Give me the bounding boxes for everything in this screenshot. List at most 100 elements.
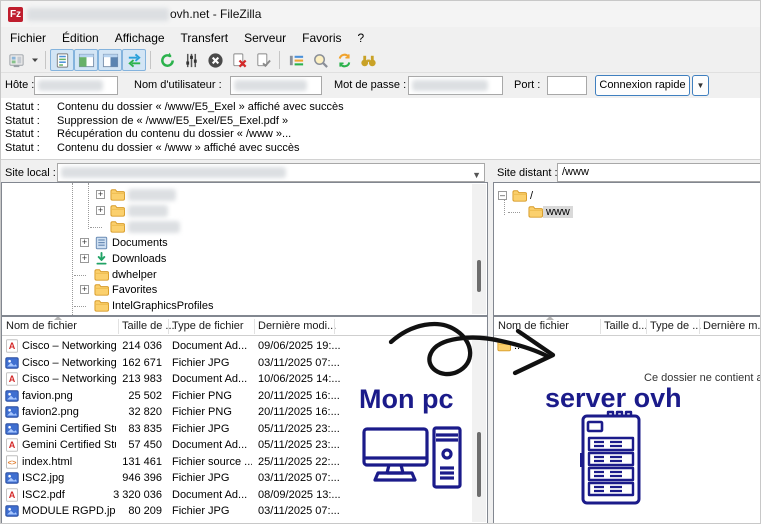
menu-item[interactable]: Favoris bbox=[294, 29, 349, 47]
column-header[interactable]: Type de fichier bbox=[172, 320, 244, 332]
status-line: Statut : Récupération du contenu du dossi… bbox=[1, 128, 760, 142]
column-header[interactable]: Nom de fichier bbox=[6, 320, 77, 332]
redacted-folder-name bbox=[128, 204, 168, 217]
file-row[interactable]: ACisco – Networking ...214 036Document A… bbox=[2, 338, 487, 355]
tree-row-folder[interactable] bbox=[2, 219, 487, 235]
menu-bar: Fichier Édition Affichage Transfert Serveur F… bbox=[1, 27, 760, 48]
toggle-local-tree-button[interactable] bbox=[74, 49, 98, 71]
file-modified: 10/06/2025 14:... bbox=[258, 373, 341, 385]
quickconnect-dropdown-button[interactable]: ▼ bbox=[692, 75, 709, 96]
tree-item-label: dwhelper bbox=[112, 268, 157, 281]
menu-item[interactable]: Édition bbox=[54, 29, 107, 47]
scrollbar-thumb[interactable] bbox=[477, 432, 481, 497]
delete-file-button[interactable] bbox=[227, 49, 251, 71]
column-header[interactable]: Taille d... bbox=[604, 320, 647, 332]
file-row[interactable]: Gemini Certified Stu...83 835Fichier JPG… bbox=[2, 421, 487, 438]
menu-item[interactable]: Fichier bbox=[2, 29, 54, 47]
status-message: Suppression de « /www/E5_Exel/E5_Exel.pd… bbox=[57, 114, 289, 127]
column-header[interactable]: Taille de ... bbox=[122, 320, 175, 332]
header-separator bbox=[334, 319, 335, 334]
file-row[interactable]: favion.png 25 502 Fichier PNG 20/11/2025 16… bbox=[2, 388, 487, 405]
file-type: Document Ad... bbox=[172, 488, 248, 501]
file-row[interactable]: A ISC2.pdf 3 320 036 Document Ad... 08/09/20… bbox=[2, 487, 487, 504]
tree-row-/[interactable]: – / bbox=[494, 188, 760, 204]
local-site-combo[interactable]: ▼ bbox=[57, 163, 485, 182]
filezilla-window: Fz ovh.net - FileZilla Fichier Édition Aff… bbox=[0, 0, 761, 524]
filter-button[interactable] bbox=[284, 49, 308, 71]
port-label: Port : bbox=[514, 79, 541, 91]
password-input[interactable] bbox=[408, 76, 503, 95]
host-label: Hôte : bbox=[5, 79, 35, 91]
expander-plus-icon[interactable]: + bbox=[96, 190, 105, 199]
file-modified: 20/11/2025 16:... bbox=[258, 389, 340, 402]
tree-row-Documents[interactable]: + Documents bbox=[2, 235, 487, 251]
expander-plus-icon[interactable]: + bbox=[96, 205, 105, 215]
menu-item[interactable]: ? bbox=[350, 29, 373, 47]
process-queue-button[interactable] bbox=[179, 49, 203, 71]
sync-browse-button[interactable] bbox=[332, 49, 356, 71]
file-row[interactable]: .. bbox=[494, 338, 760, 355]
file-row[interactable]: favion2.png 32 820 Fichier PNG 20/11/2025 1… bbox=[2, 404, 487, 421]
host-input[interactable] bbox=[34, 76, 118, 95]
username-input[interactable] bbox=[230, 76, 322, 95]
toggle-queue-button[interactable] bbox=[122, 49, 146, 71]
tree-row-dwhelper[interactable]: dwhelper bbox=[2, 267, 487, 283]
quickconnect-button[interactable]: Connexion rapide bbox=[595, 75, 690, 96]
pdf-icon: A bbox=[5, 339, 19, 353]
header-separator bbox=[168, 319, 169, 334]
tree-row-www[interactable]: www bbox=[494, 204, 760, 220]
toggle-log-button[interactable] bbox=[50, 49, 74, 71]
file-row[interactable]: <> index.html 131 461 Fichier source ... 25/… bbox=[2, 454, 487, 471]
window-title: ovh.net - FileZilla bbox=[170, 7, 262, 21]
file-row[interactable]: MODULE RGPD.jpg 80 209 Fichier JPG 03/11/20… bbox=[2, 503, 487, 520]
tree-item-label: Downloads bbox=[112, 252, 167, 265]
expander-plus-icon[interactable]: + bbox=[80, 237, 89, 247]
find-files-button[interactable] bbox=[356, 49, 380, 71]
scrollbar-thumb[interactable] bbox=[477, 260, 481, 292]
tree-connector bbox=[74, 306, 86, 308]
file-row[interactable]: ACisco – Networking ...213 983Document A… bbox=[2, 371, 487, 388]
column-header[interactable]: Type de ... bbox=[650, 320, 701, 332]
edit-file-button[interactable] bbox=[251, 49, 275, 71]
file-row[interactable]: AGemini Certified Stu...57 450Document A… bbox=[2, 437, 487, 454]
local-tree-scrollbar[interactable] bbox=[472, 184, 486, 314]
refresh-button[interactable] bbox=[155, 49, 179, 71]
menu-item[interactable]: Serveur bbox=[236, 29, 294, 47]
file-size: 32 820 bbox=[128, 406, 162, 418]
header-separator bbox=[118, 319, 119, 334]
remote-tree-panel: – / www bbox=[493, 182, 760, 316]
dropdown-caret-button[interactable] bbox=[28, 49, 41, 71]
toolbar bbox=[1, 48, 760, 73]
expander-minus-icon[interactable]: – bbox=[498, 191, 507, 200]
remote-site-combo[interactable]: /www bbox=[557, 163, 760, 182]
folder-icon bbox=[94, 299, 109, 313]
compare-button[interactable] bbox=[308, 49, 332, 71]
column-header[interactable]: Dernière m... bbox=[703, 320, 760, 332]
tree-row-IntelGraphicsProfiles[interactable]: IntelGraphicsProfiles bbox=[2, 298, 487, 314]
tree-row-Favorites[interactable]: + Favorites bbox=[2, 282, 487, 298]
menu-item[interactable]: Affichage bbox=[107, 29, 173, 47]
site-manager-button[interactable] bbox=[4, 49, 28, 71]
toggle-remote-tree-button[interactable] bbox=[98, 49, 122, 71]
menu-item[interactable]: Transfert bbox=[173, 29, 237, 47]
compare-icon bbox=[312, 52, 329, 69]
expander-plus-icon[interactable]: + bbox=[80, 285, 89, 295]
column-header[interactable]: Dernière modi... bbox=[258, 320, 336, 332]
tree-row-folder[interactable]: + bbox=[2, 203, 487, 219]
file-type: Fichier PNG bbox=[172, 389, 232, 402]
status-message: Récupération du contenu du dossier « /ww… bbox=[57, 128, 292, 140]
folder-icon bbox=[94, 283, 109, 297]
folder-icon bbox=[497, 339, 511, 353]
local-list-scrollbar[interactable] bbox=[472, 337, 486, 522]
tree-row-folder[interactable]: + bbox=[2, 187, 487, 203]
file-row[interactable]: Cisco – Networking ...162 671Fichier JPG… bbox=[2, 355, 487, 372]
tree-connector bbox=[74, 274, 86, 276]
tree-row-Downloads[interactable]: + Downloads bbox=[2, 251, 487, 267]
file-size: 25 502 bbox=[128, 389, 162, 402]
file-row[interactable]: ISC2.jpg 946 396 Fichier JPG 03/11/2025 07:… bbox=[2, 470, 487, 487]
column-header[interactable]: Nom de fichier bbox=[498, 320, 569, 332]
svg-text:A: A bbox=[9, 374, 16, 384]
port-input[interactable] bbox=[547, 76, 587, 95]
cancel-button[interactable] bbox=[203, 49, 227, 71]
expander-plus-icon[interactable]: + bbox=[80, 253, 89, 263]
